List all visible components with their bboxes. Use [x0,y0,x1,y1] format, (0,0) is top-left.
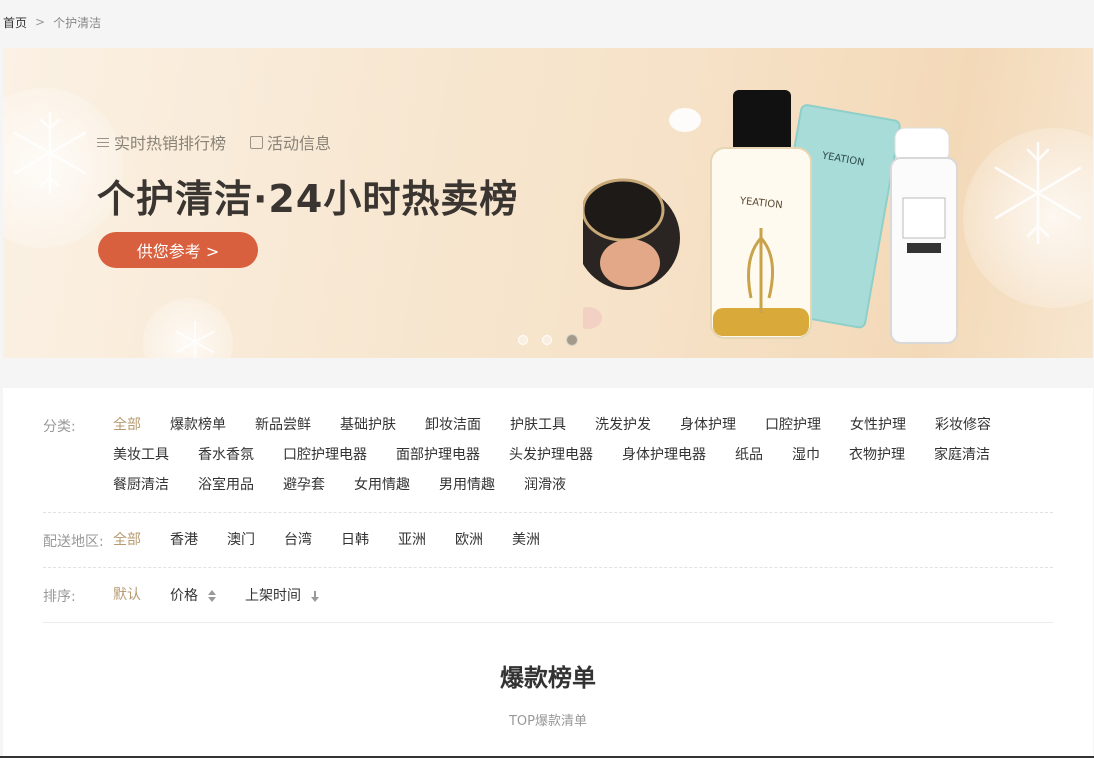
category-option[interactable]: 香水香氛 [198,446,254,464]
section-subtitle: TOP爆款清单 [508,714,587,729]
category-option[interactable]: 新品尝鲜 [255,416,311,434]
snowflake-icon [994,141,1082,245]
breadcrumb-current: 个护清洁 [53,15,102,30]
snowflake-icon [13,111,87,195]
arrow-down-icon [311,590,319,602]
sort-time[interactable]: 上架时间 [245,586,319,606]
category-option[interactable]: 口腔护理电器 [283,446,367,464]
sort-time-label: 上架时间 [245,588,301,604]
divider [43,567,1053,568]
sort-arrows-icon [208,590,216,602]
category-option[interactable]: 家庭清洁 [934,446,990,464]
banner-tags: 实时热销排行榜 活动信息 [97,130,331,154]
region-option[interactable]: 香港 [170,531,198,551]
carousel-dots [518,334,578,346]
sort-price[interactable]: 价格 [170,586,216,606]
region-label: 配送地区: [43,534,104,550]
carousel-dot[interactable] [518,335,528,345]
category-option[interactable]: 避孕套 [283,476,325,494]
category-option[interactable]: 餐厨清洁 [113,476,169,494]
category-option[interactable]: 爆款榜单 [170,416,226,434]
category-option[interactable]: 身体护理电器 [622,446,706,464]
section-title: 爆款榜单 [500,664,596,692]
region-filter-row: 配送地区: 全部 香港 澳门 台湾 日韩 亚洲 欧洲 美洲 [43,531,1053,551]
category-option[interactable]: 彩妆修容 [935,416,991,434]
category-option[interactable]: 头发护理电器 [509,446,593,464]
breadcrumb-home-link[interactable]: 首页 [3,14,27,31]
category-option[interactable]: 洗发护发 [595,416,651,434]
divider [43,622,1053,623]
category-option[interactable]: 女性护理 [850,416,906,434]
category-option[interactable]: 身体护理 [680,416,736,434]
category-option[interactable]: 美妆工具 [113,446,169,464]
category-option[interactable]: 口腔护理 [765,416,821,434]
region-option[interactable]: 日韩 [341,531,369,551]
sort-price-label: 价格 [170,588,198,604]
category-option[interactable]: 基础护肤 [340,416,396,434]
category-option[interactable]: 浴室用品 [198,476,254,494]
category-option[interactable]: 湿巾 [792,446,820,464]
sort-row: 排序: 默认 价格 上架时间 [43,586,1053,606]
category-filter-row: 分类: 全部 爆款榜单 新品尝鲜 基础护肤 卸妆洁面 护肤工具 洗发护发 身体护理 口腔护理 女性… [43,416,1053,494]
tag-activity-label: 活动信息 [267,134,332,153]
chevron-right-icon: > [35,15,46,29]
category-option[interactable]: 面部护理电器 [396,446,480,464]
category-option[interactable]: 纸品 [735,446,763,464]
region-option[interactable]: 澳门 [227,531,255,551]
region-option[interactable]: 台湾 [284,531,312,551]
category-options: 全部 爆款榜单 新品尝鲜 基础护肤 卸妆洁面 护肤工具 洗发护发 身体护理 口腔护理 女性护理 彩妆… [113,416,1013,494]
region-option[interactable]: 亚洲 [398,531,426,551]
category-option[interactable]: 衣物护理 [849,446,905,464]
region-option[interactable]: 全部 [113,531,141,551]
promo-banner[interactable]: 实时热销排行榜 活动信息 个护清洁·24小时热卖榜 供您参考 > YEATION… [3,48,1093,358]
banner-title: 个护清洁·24小时热卖榜 [97,177,519,221]
category-label: 分类: [43,419,76,435]
divider [43,512,1053,513]
region-option[interactable]: 欧洲 [455,531,483,551]
product-image: YEATION YEATION [583,90,958,344]
breadcrumb: 首页 > 个护清洁 [3,13,101,31]
sort-default[interactable]: 默认 [113,586,141,606]
category-option[interactable]: 护肤工具 [510,416,566,434]
tag-ranking-label: 实时热销排行榜 [114,134,227,153]
category-option[interactable]: 男用情趣 [439,476,495,494]
category-option[interactable]: 全部 [113,416,141,434]
tag-activity[interactable]: 活动信息 [250,130,331,154]
document-icon [250,135,264,149]
list-icon [97,136,110,149]
sort-label: 排序: [43,589,76,605]
category-option[interactable]: 女用情趣 [354,476,410,494]
banner-cta-button[interactable]: 供您参考 > [98,232,258,268]
category-option[interactable]: 卸妆洁面 [425,416,481,434]
tag-ranking[interactable]: 实时热销排行榜 [97,130,226,154]
region-options: 全部 香港 澳门 台湾 日韩 亚洲 欧洲 美洲 [113,531,1013,551]
carousel-dot-active[interactable] [566,334,578,346]
category-option[interactable]: 润滑液 [524,476,566,494]
region-option[interactable]: 美洲 [512,531,540,551]
snowflake-icon [176,321,214,358]
carousel-dot[interactable] [542,335,552,345]
filter-panel: 分类: 全部 爆款榜单 新品尝鲜 基础护肤 卸妆洁面 护肤工具 洗发护发 身体护理 口腔护理 女性… [3,388,1093,758]
